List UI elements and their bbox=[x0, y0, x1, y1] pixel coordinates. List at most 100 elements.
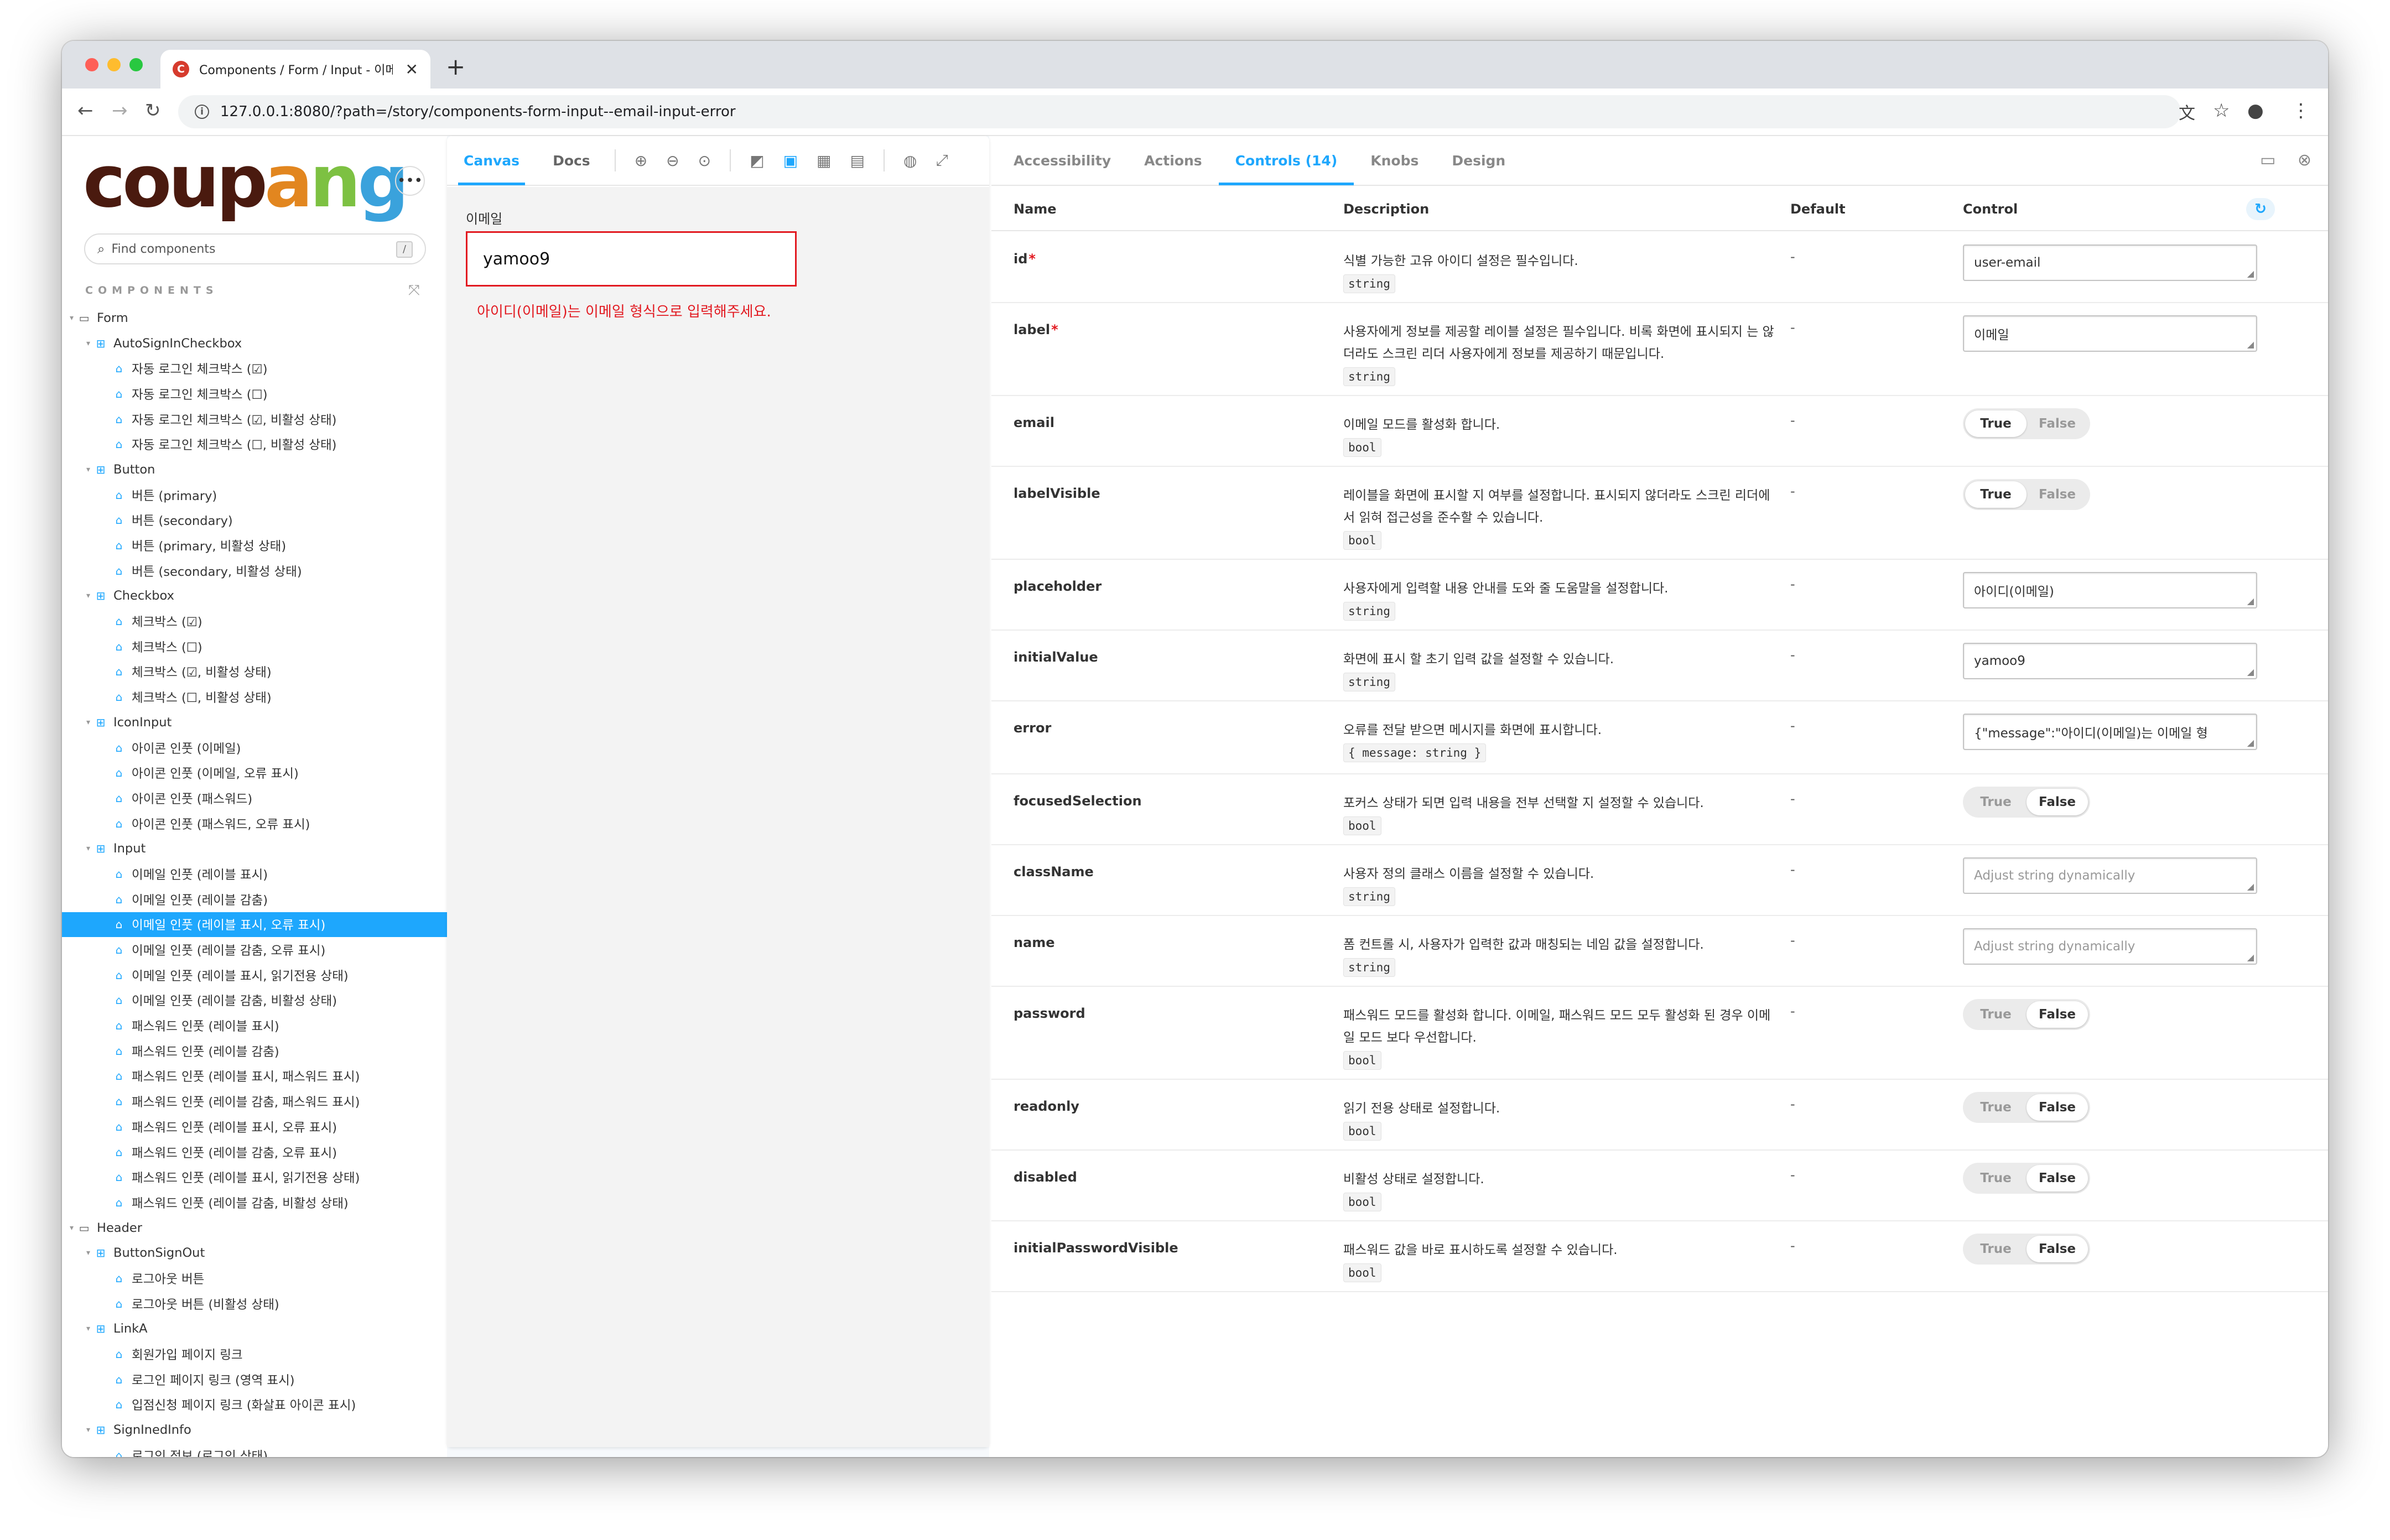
site-info-icon[interactable]: i bbox=[195, 105, 209, 119]
email-input[interactable]: yamoo9 bbox=[466, 231, 797, 287]
background-icon[interactable]: ◩ bbox=[750, 152, 764, 170]
toggle-option-false[interactable]: False bbox=[2027, 789, 2088, 815]
close-tab-icon[interactable]: ✕ bbox=[406, 60, 418, 79]
back-arrow-icon[interactable]: ← bbox=[77, 100, 93, 122]
tree-item-story[interactable]: ⌂ 아이콘 인풋 (패스워드, 오류 표시) bbox=[62, 811, 447, 836]
tree-item-story[interactable]: ⌂ 아이콘 인풋 (이메일, 오류 표시) bbox=[62, 760, 447, 785]
toggle-option-true[interactable]: True bbox=[1965, 410, 2027, 437]
globe-icon[interactable]: ◍ bbox=[903, 152, 917, 170]
tree-item-component[interactable]: ▾ ⊞ Checkbox bbox=[62, 584, 447, 609]
initialValue-text-input[interactable]: yamoo9 ◢ bbox=[1963, 643, 2257, 679]
tree-item-story[interactable]: ⌂ 패스워드 인풋 (레이블 감춤, 오류 표시) bbox=[62, 1140, 447, 1165]
disabled-boolean-toggle[interactable]: True False bbox=[1963, 1163, 2090, 1194]
expand-arrow-icon[interactable]: ▾ bbox=[86, 1425, 90, 1434]
initialPasswordVisible-boolean-toggle[interactable]: True False bbox=[1963, 1234, 2090, 1265]
collapse-all-icon[interactable]: ⤧ bbox=[408, 282, 420, 299]
resize-grip-icon[interactable]: ◢ bbox=[2247, 596, 2254, 606]
panel-position-icon[interactable]: ▭ bbox=[2260, 150, 2275, 170]
tree-item-component[interactable]: ▾ ⊞ SignInedInfo bbox=[62, 1417, 447, 1443]
name-text-input[interactable]: Adjust string dynamically ◢ bbox=[1963, 928, 2257, 965]
tree-item-story[interactable]: ⌂ 자동 로그인 체크박스 (☐, 비활성 상태) bbox=[62, 431, 447, 457]
zoom-window-button[interactable] bbox=[129, 58, 143, 71]
tree-item-story[interactable]: ⌂ 이메일 인풋 (레이블 감춤, 비활성 상태) bbox=[62, 988, 447, 1013]
minimize-window-button[interactable] bbox=[107, 58, 121, 71]
placeholder-text-input[interactable]: 아이디(이메일) ◢ bbox=[1963, 572, 2257, 608]
expand-arrow-icon[interactable]: ▾ bbox=[86, 339, 90, 348]
resize-grip-icon[interactable]: ◢ bbox=[2247, 737, 2254, 748]
expand-arrow-icon[interactable]: ▾ bbox=[86, 718, 90, 727]
more-options-button[interactable]: ••• bbox=[395, 166, 425, 196]
tree-item-story[interactable]: ⌂ 회원가입 페이지 링크 bbox=[62, 1341, 447, 1367]
tree-item-story[interactable]: ⌂ 로그인 정보 (로그인 상태) bbox=[62, 1443, 447, 1457]
tree-item-story[interactable]: ⌂ 아이콘 인풋 (패스워드) bbox=[62, 785, 447, 811]
tree-item-story[interactable]: ⌂ 패스워드 인풋 (레이블 감춤) bbox=[62, 1038, 447, 1064]
toggle-option-true[interactable]: True bbox=[1965, 1094, 2027, 1121]
tab-knobs[interactable]: Knobs bbox=[1354, 136, 1435, 185]
address-bar[interactable]: i 127.0.0.1:8080/?path=/story/components… bbox=[178, 95, 2181, 128]
readonly-boolean-toggle[interactable]: True False bbox=[1963, 1092, 2090, 1123]
tree-item-folder[interactable]: ▾ ▭ Header bbox=[62, 1215, 447, 1241]
error-text-input[interactable]: {"message":"아이디(이메일)는 이메일 형 ◢ bbox=[1963, 714, 2257, 750]
expand-arrow-icon[interactable]: ▾ bbox=[86, 1324, 90, 1333]
tree-item-story[interactable]: ⌂ 자동 로그인 체크박스 (☑, 비활성 상태) bbox=[62, 407, 447, 432]
bookmark-star-icon[interactable]: ☆ bbox=[2213, 100, 2230, 122]
password-boolean-toggle[interactable]: True False bbox=[1963, 999, 2090, 1030]
tree-item-story[interactable]: ⌂ 로그아웃 버튼 (비활성 상태) bbox=[62, 1291, 447, 1317]
tree-item-story[interactable]: ⌂ 버튼 (primary) bbox=[62, 482, 447, 508]
resize-grip-icon[interactable]: ◢ bbox=[2247, 881, 2254, 892]
className-text-input[interactable]: Adjust string dynamically ◢ bbox=[1963, 857, 2257, 894]
expand-arrow-icon[interactable]: ▾ bbox=[86, 1248, 90, 1257]
tab-accessibility[interactable]: Accessibility bbox=[997, 136, 1128, 185]
toggle-option-true[interactable]: True bbox=[1965, 1165, 2027, 1192]
toggle-option-true[interactable]: True bbox=[1965, 1001, 2027, 1028]
tree-item-component[interactable]: ▾ ⊞ IconInput bbox=[62, 710, 447, 735]
profile-avatar-icon[interactable]: ● bbox=[2247, 100, 2264, 122]
tree-item-story[interactable]: ⌂ 입점신청 페이지 링크 (화살표 아이콘 표시) bbox=[62, 1392, 447, 1418]
tree-item-story[interactable]: ⌂ 자동 로그인 체크박스 (☑) bbox=[62, 356, 447, 381]
toggle-option-false[interactable]: False bbox=[2027, 410, 2088, 437]
tab-controls[interactable]: Controls (14) bbox=[1218, 136, 1354, 185]
id-text-input[interactable]: user-email ◢ bbox=[1963, 244, 2257, 281]
tree-item-story[interactable]: ⌂ 체크박스 (☑) bbox=[62, 608, 447, 634]
focusedSelection-boolean-toggle[interactable]: True False bbox=[1963, 787, 2090, 818]
tree-item-story[interactable]: ⌂ 이메일 인풋 (레이블 표시) bbox=[62, 861, 447, 887]
expand-arrow-icon[interactable]: ▾ bbox=[86, 465, 90, 474]
expand-arrow-icon[interactable]: ▾ bbox=[70, 1224, 74, 1232]
tree-item-story[interactable]: ⌂ 이메일 인풋 (레이블 표시, 오류 표시) bbox=[62, 912, 447, 938]
tree-item-story[interactable]: ⌂ 패스워드 인풋 (레이블 표시, 패스워드 표시) bbox=[62, 1064, 447, 1089]
tree-item-story[interactable]: ⌂ 버튼 (secondary, 비활성 상태) bbox=[62, 558, 447, 584]
tree-item-story[interactable]: ⌂ 이메일 인풋 (레이블 표시, 읽기전용 상태) bbox=[62, 962, 447, 988]
browser-menu-icon[interactable]: ⋮ bbox=[2292, 100, 2310, 122]
toggle-option-false[interactable]: False bbox=[2027, 1001, 2088, 1028]
label-text-input[interactable]: 이메일 ◢ bbox=[1963, 315, 2257, 352]
tab-canvas[interactable]: Canvas bbox=[447, 136, 536, 185]
translate-icon[interactable]: 文 bbox=[2179, 100, 2195, 124]
tree-item-component[interactable]: ▾ ⊞ Input bbox=[62, 836, 447, 861]
expand-arrow-icon[interactable]: ▾ bbox=[86, 844, 90, 853]
zoom-in-icon[interactable]: ⊕ bbox=[635, 152, 647, 170]
toggle-option-false[interactable]: False bbox=[2027, 1094, 2088, 1121]
resize-grip-icon[interactable]: ◢ bbox=[2247, 339, 2254, 350]
browser-tab[interactable]: C Components / Form / Input - 이메일 인풋 ✕ bbox=[160, 50, 430, 89]
tree-item-story[interactable]: ⌂ 패스워드 인풋 (레이블 표시, 읽기전용 상태) bbox=[62, 1164, 447, 1190]
tree-item-component[interactable]: ▾ ⊞ Button bbox=[62, 457, 447, 482]
toggle-option-true[interactable]: True bbox=[1965, 789, 2027, 815]
tree-item-folder[interactable]: ▾ ▭ Form bbox=[62, 305, 447, 331]
tree-item-story[interactable]: ⌂ 이메일 인풋 (레이블 감춤) bbox=[62, 887, 447, 912]
toggle-option-false[interactable]: False bbox=[2027, 481, 2088, 508]
reset-controls-icon[interactable]: ↻ bbox=[2246, 198, 2275, 220]
tree-item-story[interactable]: ⌂ 자동 로그인 체크박스 (☐) bbox=[62, 381, 447, 407]
toggle-option-false[interactable]: False bbox=[2027, 1236, 2088, 1262]
tree-item-component[interactable]: ▾ ⊞ ButtonSignOut bbox=[62, 1240, 447, 1266]
resize-grip-icon[interactable]: ◢ bbox=[2247, 952, 2254, 962]
expand-arrow-icon[interactable]: ▾ bbox=[70, 314, 74, 322]
tree-item-story[interactable]: ⌂ 로그인 페이지 링크 (영역 표시) bbox=[62, 1367, 447, 1392]
close-panel-icon[interactable]: ⊗ bbox=[2298, 150, 2311, 170]
tree-item-story[interactable]: ⌂ 버튼 (secondary) bbox=[62, 508, 447, 533]
fullscreen-icon[interactable]: ⤢ bbox=[936, 151, 948, 170]
close-window-button[interactable] bbox=[85, 58, 98, 71]
tab-docs[interactable]: Docs bbox=[536, 136, 607, 185]
expand-arrow-icon[interactable]: ▾ bbox=[86, 591, 90, 600]
grid-icon[interactable]: ▦ bbox=[817, 152, 831, 170]
outline-icon[interactable]: ▤ bbox=[850, 152, 865, 170]
